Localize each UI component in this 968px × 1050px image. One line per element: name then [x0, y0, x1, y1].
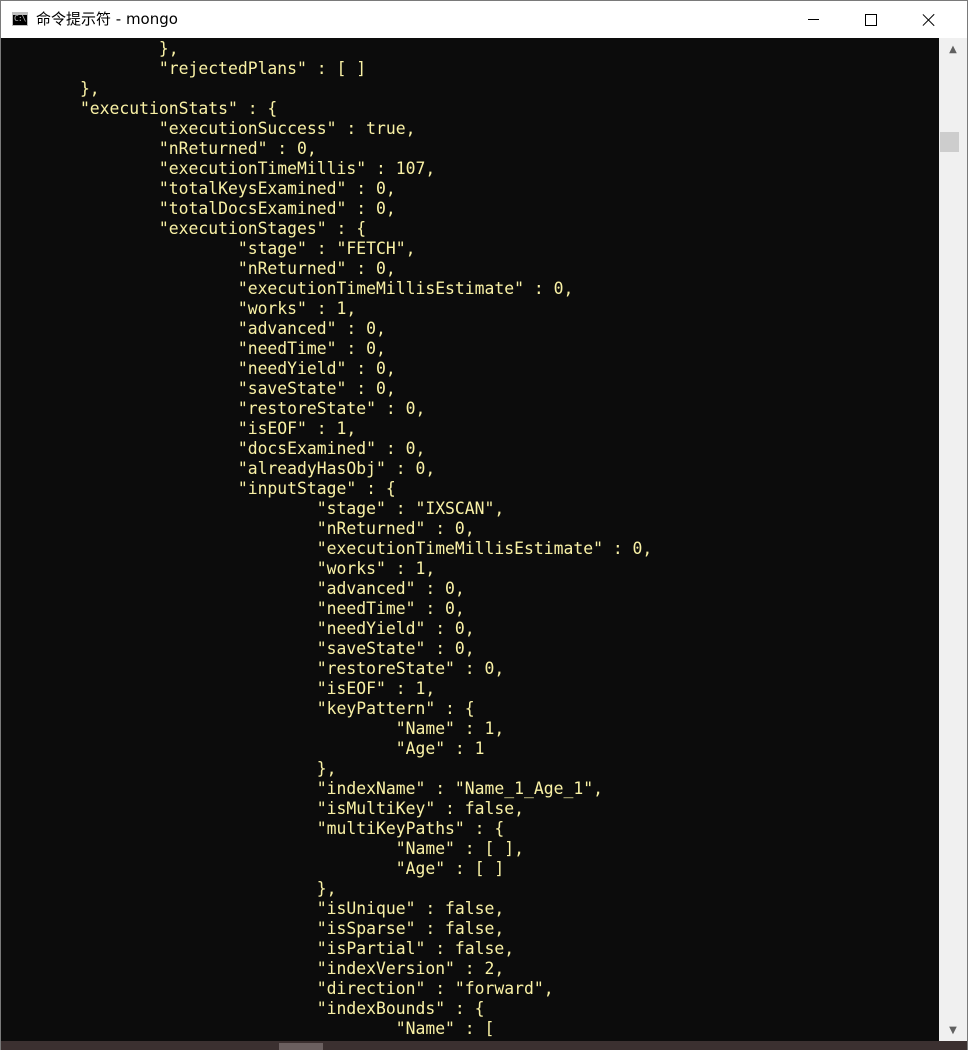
console-line: "Name" : 1,	[1, 719, 505, 738]
console-line: "isUnique" : false,	[1, 899, 505, 918]
icon-glyph: C:\	[14, 14, 26, 23]
vertical-scroll-thumb[interactable]	[940, 132, 959, 152]
console-line: "stage" : "FETCH",	[1, 239, 416, 258]
title-bar[interactable]: C:\ 命令提示符 - mongo	[1, 1, 967, 38]
console-line: "works" : 1,	[1, 559, 436, 578]
console-line: "isMultiKey" : false,	[1, 799, 525, 818]
console-line: },	[1, 79, 100, 98]
console-line: "indexVersion" : 2,	[1, 959, 505, 978]
console-line: "executionStats" : {	[1, 99, 278, 118]
console-line: "advanced" : 0,	[1, 579, 465, 598]
horizontal-scrollbar[interactable]	[1, 1041, 967, 1050]
console-line: "Age" : [ ]	[1, 859, 505, 878]
console-line: "executionTimeMillisEstimate" : 0,	[1, 279, 574, 298]
console-line: "executionSuccess" : true,	[1, 119, 416, 138]
console-line: "alreadyHasObj" : 0,	[1, 459, 436, 478]
maximize-icon	[865, 13, 877, 26]
console-line: "Age" : 1	[1, 739, 485, 758]
scroll-up-arrow-icon[interactable]: ▲	[939, 40, 967, 58]
console-line: "nReturned" : 0,	[1, 259, 396, 278]
console-line: "needTime" : 0,	[1, 599, 465, 618]
console-line: "nReturned" : 0,	[1, 519, 475, 538]
console-line: "restoreState" : 0,	[1, 399, 426, 418]
console-line: "rejectedPlans" : [ ]	[1, 59, 367, 78]
console-line: "indexName" : "Name_1_Age_1",	[1, 779, 603, 798]
console-line: "works" : 1,	[1, 299, 357, 318]
minimize-button[interactable]	[784, 1, 842, 38]
close-icon	[922, 13, 936, 27]
console-line: "isEOF" : 1,	[1, 419, 357, 438]
console-line: "Name" : [	[1, 1019, 495, 1038]
cmd-prompt-icon[interactable]: C:\	[12, 12, 28, 26]
horizontal-scroll-thumb[interactable]	[279, 1043, 323, 1050]
console-line: "isPartial" : false,	[1, 939, 515, 958]
console-window: C:\ 命令提示符 - mongo }, "rejectedPlans" : […	[0, 0, 968, 1050]
console-line: "stage" : "IXSCAN",	[1, 499, 505, 518]
console-line: },	[1, 39, 179, 58]
console-line: "nReturned" : 0,	[1, 139, 317, 158]
console-line: "multiKeyPaths" : {	[1, 819, 505, 838]
console-line: "executionStages" : {	[1, 219, 367, 238]
console-line: "executionTimeMillisEstimate" : 0,	[1, 539, 653, 558]
console-line: "isEOF" : 1,	[1, 679, 436, 698]
close-button[interactable]	[900, 1, 958, 38]
console-line: "needYield" : 0,	[1, 359, 396, 378]
maximize-button[interactable]	[842, 1, 900, 38]
window-title: 命令提示符 - mongo	[36, 10, 178, 28]
console-line: "indexBounds" : {	[1, 999, 485, 1018]
console-line: "inputStage" : {	[1, 479, 396, 498]
console-line: "keyPattern" : {	[1, 699, 475, 718]
console-line: "restoreState" : 0,	[1, 659, 505, 678]
console-line: "executionTimeMillis" : 107,	[1, 159, 436, 178]
console-line: "saveState" : 0,	[1, 379, 396, 398]
vertical-scrollbar[interactable]: ▲ ▼	[939, 38, 967, 1041]
console-line: "Name" : [ ],	[1, 839, 525, 858]
console-line: "direction" : "forward",	[1, 979, 554, 998]
console-lines: }, "rejectedPlans" : [ ] }, "executionSt…	[1, 39, 652, 1039]
console-line: "saveState" : 0,	[1, 639, 475, 658]
scroll-down-arrow-icon[interactable]: ▼	[939, 1021, 967, 1039]
console-output[interactable]: }, "rejectedPlans" : [ ] }, "executionSt…	[1, 38, 939, 1041]
console-line: "isSparse" : false,	[1, 919, 505, 938]
console-line: "advanced" : 0,	[1, 319, 386, 338]
minimize-icon	[807, 19, 819, 20]
console-line: "totalKeysExamined" : 0,	[1, 179, 396, 198]
console-line: },	[1, 759, 337, 778]
console-line: },	[1, 879, 337, 898]
console-line: "needTime" : 0,	[1, 339, 386, 358]
console-line: "totalDocsExamined" : 0,	[1, 199, 396, 218]
console-line: "needYield" : 0,	[1, 619, 475, 638]
console-line: "docsExamined" : 0,	[1, 439, 426, 458]
